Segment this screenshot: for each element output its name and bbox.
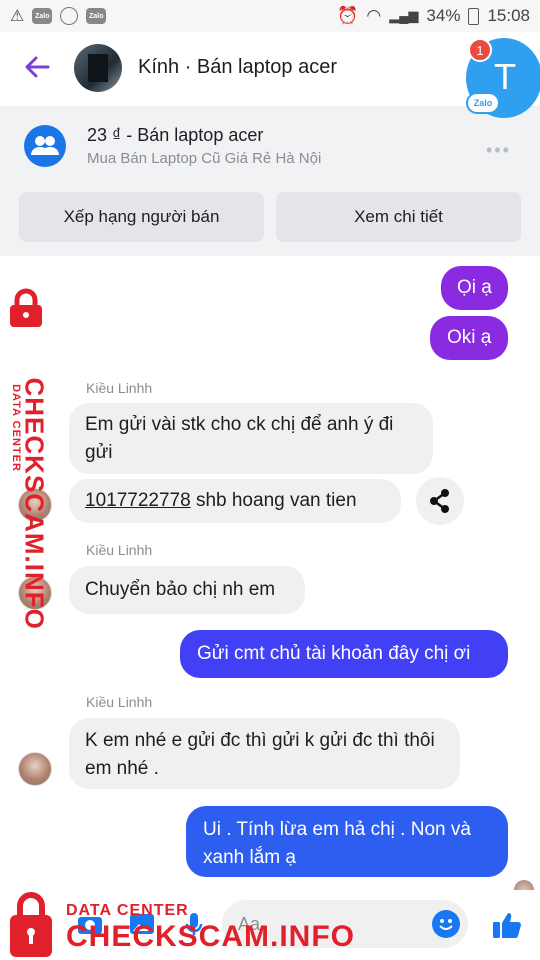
sender-avatar[interactable]	[18, 752, 52, 786]
outgoing-message[interactable]: Ui . Tính lừa em hả chị . Non và xanh lắ…	[186, 806, 508, 877]
sender-name: Kiều Linhh	[86, 380, 153, 396]
share-icon	[430, 489, 449, 513]
outgoing-message[interactable]: Ọi ạ	[441, 266, 508, 310]
outgoing-message[interactable]: Oki ạ	[430, 316, 508, 360]
incoming-message[interactable]: Em gửi vài stk cho ck chị để anh ý đi gử…	[69, 403, 433, 474]
incoming-message[interactable]: Chuyển bảo chị nh em	[69, 566, 305, 614]
sender-name: Kiều Linhh	[86, 542, 153, 558]
marketplace-listing-card: 23 ₫ - Bán laptop acer Mua Bán Laptop Cũ…	[0, 106, 540, 256]
watermark-data-center-text: DATA CENTER	[66, 902, 189, 919]
watermark-checkscam-text: CHECKSCAM.INFO	[19, 377, 50, 630]
zalo-notification-icon: Zalo	[32, 8, 53, 24]
checkscam-watermark-side: DATA CENTER CHECKSCAM.INFO	[0, 286, 62, 630]
battery-icon	[468, 7, 480, 25]
incoming-message[interactable]: K em nhé e gửi đc thì gửi k gửi đc thì t…	[69, 718, 460, 789]
zalo-chat-head-letter: T	[494, 56, 516, 97]
messenger-notification-icon	[60, 7, 79, 25]
sender-name: Kiều Linhh	[86, 694, 153, 710]
rate-seller-button[interactable]: Xếp hạng người bán	[19, 192, 264, 242]
alarm-icon: ⏰	[337, 6, 359, 25]
conversation-header: Kính · Bán laptop acer	[0, 32, 540, 106]
clock: 15:08	[487, 6, 530, 25]
listing-title[interactable]: 23 ₫ - Bán laptop acer	[87, 125, 263, 146]
checkscam-watermark-bottom: DATA CENTER CHECKSCAM.INFO	[0, 888, 354, 960]
wifi-icon: ◠	[366, 6, 382, 25]
back-arrow-icon[interactable]	[22, 52, 52, 82]
thumbs-up-icon[interactable]	[490, 908, 524, 942]
account-bank-name: shb hoang van tien	[190, 490, 357, 511]
zalo-logo-icon: Zalo	[466, 92, 500, 114]
emoji-icon[interactable]	[432, 910, 460, 938]
watermark-checkscam-text: CHECKSCAM.INFO	[66, 920, 355, 953]
outgoing-message[interactable]: Gửi cmt chủ tài khoản đây chị ơi	[180, 630, 508, 678]
view-details-button[interactable]: Xem chi tiết	[276, 192, 521, 242]
conversation-title[interactable]: Kính · Bán laptop acer	[138, 56, 337, 79]
lock-icon	[10, 892, 52, 957]
account-number-link[interactable]: 1017722778	[85, 490, 191, 511]
lock-icon	[10, 288, 42, 327]
incoming-message-account[interactable]: 1017722778 shb hoang van tien	[69, 479, 401, 523]
seller-avatar[interactable]	[74, 44, 122, 92]
warning-icon: ⚠	[10, 8, 25, 25]
battery-level: 34%	[426, 6, 461, 25]
share-button[interactable]	[416, 477, 464, 525]
signal-icon: ▂▄▆	[389, 8, 419, 23]
unread-badge: 1	[468, 38, 492, 62]
status-bar: ⚠ Zalo Zalo ⏰ ◠ ▂▄▆ 34% 15:08	[0, 0, 540, 32]
group-icon	[24, 125, 66, 167]
listing-subtitle: Mua Bán Laptop Cũ Giá Rẻ Hà Nội	[87, 150, 322, 167]
more-options-icon[interactable]: •••	[486, 140, 511, 161]
zalo-notification-icon-2: Zalo	[86, 8, 107, 24]
